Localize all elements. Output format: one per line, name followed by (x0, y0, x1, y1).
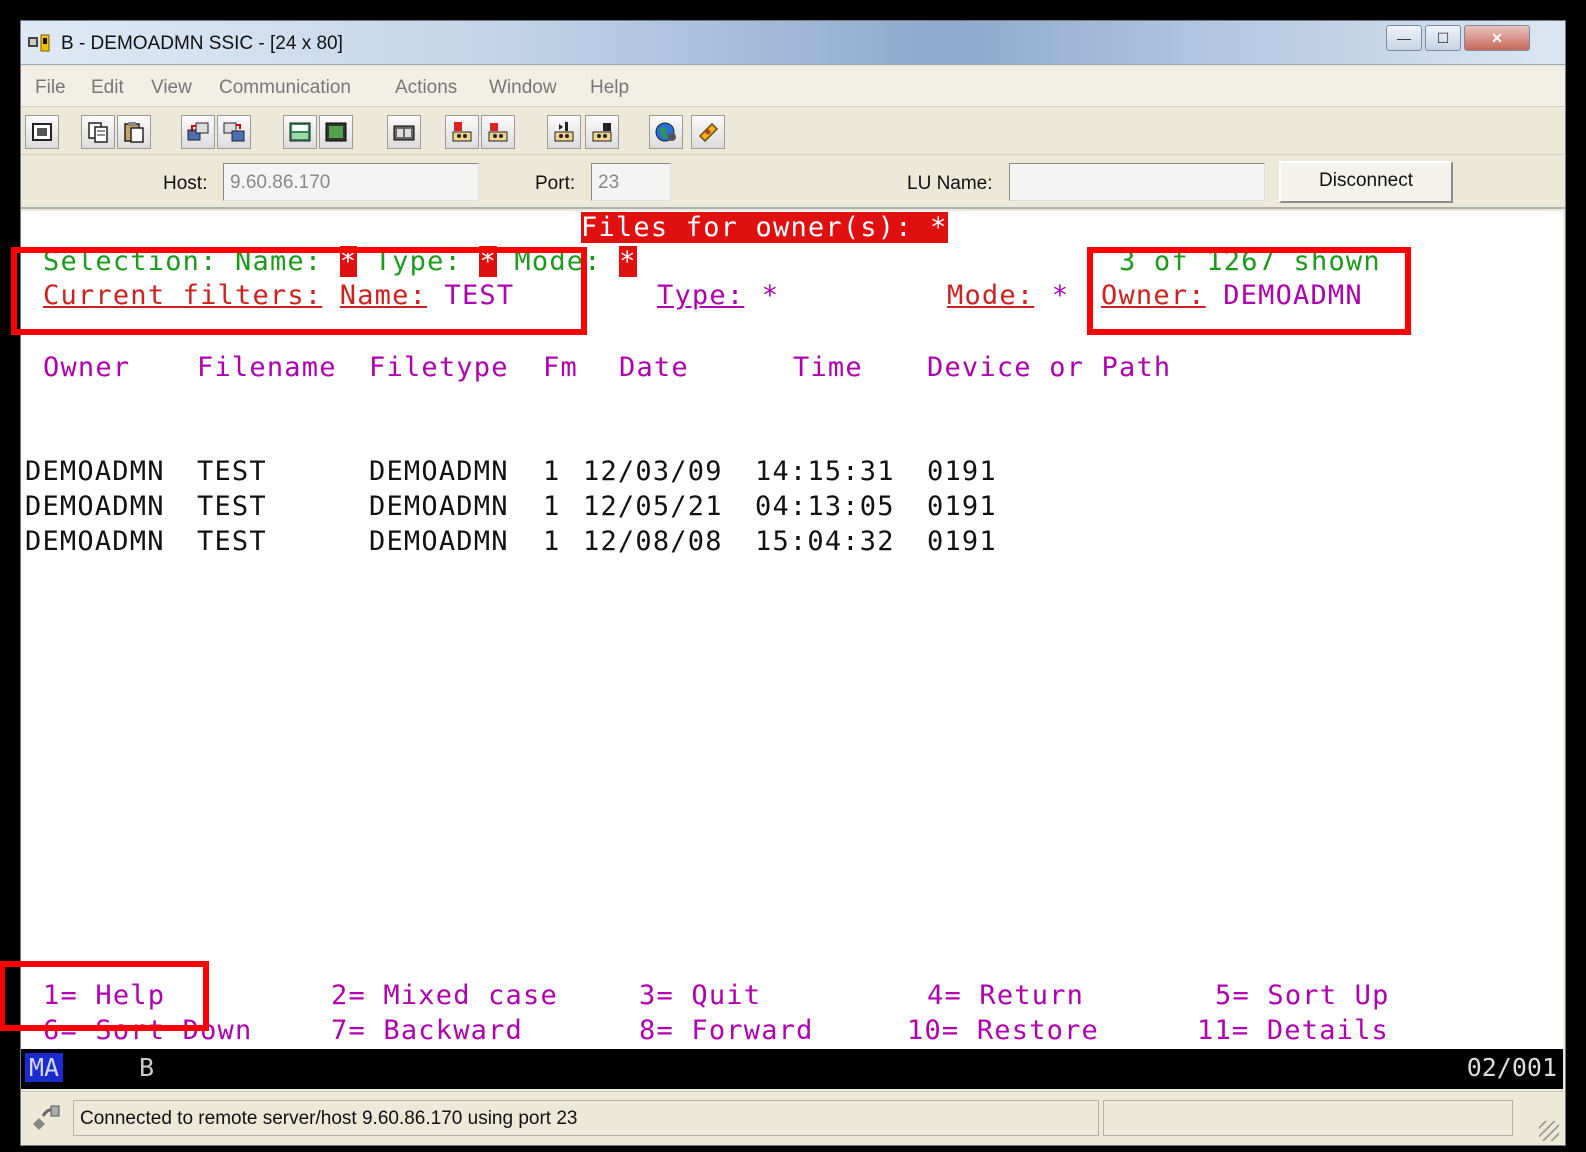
col-device-path: Device or Path (927, 352, 1172, 383)
stop-macro-icon[interactable] (481, 115, 515, 149)
cell-owner: DEMOADMN (25, 491, 165, 522)
transfer-list-icon[interactable] (585, 115, 619, 149)
cell-time: 15:04:32 (755, 526, 895, 557)
highlight-box-filters (11, 247, 587, 335)
cell-filename: TEST (197, 456, 267, 487)
cell-time: 04:13:05 (755, 491, 895, 522)
cell-filename: TEST (197, 491, 267, 522)
menu-help[interactable]: Help (590, 77, 629, 99)
pf2-mixed-case[interactable]: 2= Mixed case (331, 979, 558, 1013)
col-filetype: Filetype (369, 352, 509, 383)
cell-date: 12/03/09 (583, 456, 723, 487)
status-pane (1103, 1100, 1513, 1136)
cell-date: 12/08/08 (583, 526, 723, 557)
resize-grip[interactable] (1539, 1121, 1559, 1141)
cell-owner: DEMOADMN (25, 456, 165, 487)
record-icon[interactable] (387, 115, 421, 149)
receive-file-icon[interactable] (217, 115, 251, 149)
host-label: Host: (163, 173, 208, 194)
cell-filename: TEST (197, 526, 267, 557)
emulator-window: B - DEMOADMN SSIC - [24 x 80] — ☐ ✕ File… (0, 20, 1566, 1146)
window-title: B - DEMOADMN SSIC - [24 x 80] (61, 33, 343, 54)
pf8-forward[interactable]: 8= Forward (639, 1014, 814, 1048)
terminal-app-icon (28, 34, 50, 52)
cell-fm: 1 (543, 456, 561, 487)
keypad-icon[interactable] (283, 115, 317, 149)
col-time: Time (793, 352, 863, 383)
macro-icon[interactable] (319, 115, 353, 149)
status-message: Connected to remote server/host 9.60.86.… (73, 1100, 1099, 1136)
col-filename: Filename (197, 352, 337, 383)
highlight-box-owner (1087, 247, 1411, 335)
menu-view[interactable]: View (151, 77, 192, 99)
pf4-return[interactable]: 4= Return (927, 979, 1084, 1013)
pf7-backward[interactable]: 7= Backward (331, 1014, 523, 1048)
cell-owner: DEMOADMN (25, 526, 165, 557)
cell-device: 0191 (927, 526, 997, 557)
menu-communication[interactable]: Communication (219, 77, 351, 99)
globe-icon[interactable] (649, 115, 683, 149)
filter-mode: Mode: * (947, 280, 1070, 311)
send-file-icon[interactable] (181, 115, 215, 149)
oia-session: B (139, 1053, 155, 1082)
cell-fm: 1 (543, 491, 561, 522)
play-macro-icon[interactable] (445, 115, 479, 149)
menu-edit[interactable]: Edit (91, 77, 124, 99)
cell-filetype: DEMOADMN (369, 491, 509, 522)
pf3-quit[interactable]: 3= Quit (639, 979, 761, 1013)
pf11-details[interactable]: 11= Details (1197, 1014, 1389, 1048)
highlight-box-help (0, 961, 209, 1031)
filter-type: Type: * (657, 280, 780, 311)
cursor-position: 02/001 (1466, 1053, 1557, 1082)
minimize-button[interactable]: — (1386, 25, 1422, 51)
pf10-restore[interactable]: 10= Restore (907, 1014, 1099, 1048)
host-field[interactable]: 9.60.86.170 (223, 163, 479, 201)
cell-fm: 1 (543, 526, 561, 557)
status-bar: Connected to remote server/host 9.60.86.… (21, 1091, 1563, 1145)
terminal-screen[interactable]: Files for owner(s): * Selection: Name: *… (21, 211, 1563, 1049)
port-label: Port: (535, 173, 576, 194)
close-button[interactable]: ✕ (1464, 25, 1530, 51)
title-bar[interactable]: B - DEMOADMN SSIC - [24 x 80] — ☐ ✕ (21, 21, 1565, 65)
disconnect-button[interactable]: Disconnect (1279, 161, 1453, 203)
cell-device: 0191 (927, 456, 997, 487)
col-fm: Fm (543, 352, 578, 383)
cell-date: 12/05/21 (583, 491, 723, 522)
menu-window[interactable]: Window (489, 77, 557, 99)
help-icon[interactable] (691, 115, 725, 149)
paste-icon[interactable] (117, 115, 151, 149)
menu-actions[interactable]: Actions (395, 77, 457, 99)
maximize-button[interactable]: ☐ (1425, 25, 1461, 51)
connection-icon (33, 1105, 60, 1130)
lu-name-field[interactable] (1009, 163, 1265, 201)
col-date: Date (619, 352, 689, 383)
connection-bar: Host: 9.60.86.170 Port: 23 LU Name: Disc… (21, 157, 1565, 209)
print-screen-icon[interactable] (25, 115, 59, 149)
screen-header: Files for owner(s): * (581, 212, 948, 243)
cell-device: 0191 (927, 491, 997, 522)
oia-ma-indicator: MA (25, 1053, 64, 1082)
col-owner: Owner (43, 352, 131, 383)
copy-icon[interactable] (81, 115, 115, 149)
cell-filetype: DEMOADMN (369, 456, 509, 487)
cell-time: 14:15:31 (755, 456, 895, 487)
cell-filetype: DEMOADMN (369, 526, 509, 557)
port-field[interactable]: 23 (591, 163, 671, 201)
lu-name-label: LU Name: (907, 173, 993, 194)
menu-bar: File Edit View Communication Actions Win… (21, 67, 1565, 107)
menu-file[interactable]: File (35, 77, 66, 99)
pf5-sort-up[interactable]: 5= Sort Up (1215, 979, 1390, 1013)
transfer-icon[interactable] (547, 115, 581, 149)
toolbar (21, 109, 1565, 155)
oia-line: MA B 02/001 (21, 1049, 1563, 1089)
